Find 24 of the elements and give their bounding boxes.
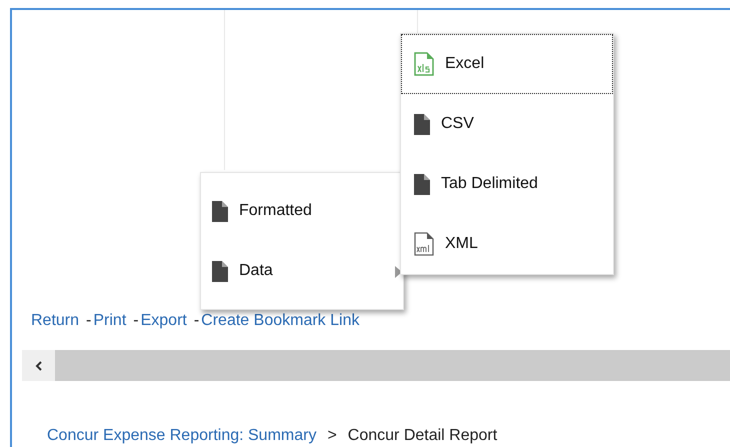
menu-item[interactable]: Formatted — [201, 181, 403, 241]
spreadsheet-file-icon — [414, 52, 434, 76]
document-icon — [414, 174, 430, 194]
menu-item[interactable]: Excel — [401, 34, 613, 94]
breadcrumb-current: Concur Detail Report — [348, 427, 498, 445]
breadcrumb-link[interactable]: Concur Expense Reporting: Summary — [47, 427, 316, 445]
link[interactable]: Print — [93, 312, 126, 330]
menu-item[interactable]: XML — [401, 214, 613, 274]
menu-item[interactable]: CSV — [401, 94, 613, 154]
document-icon — [414, 114, 430, 134]
link[interactable]: Create Bookmark Link — [201, 312, 360, 330]
link-separator: - — [133, 312, 139, 330]
document-icon — [212, 260, 228, 282]
link[interactable]: Export — [140, 312, 187, 330]
scroll-left-icon[interactable] — [22, 350, 55, 381]
link-separator: - — [194, 312, 200, 330]
document-icon — [212, 200, 228, 222]
menu-item[interactable]: Data — [201, 241, 403, 301]
breadcrumb-separator: > — [327, 427, 337, 445]
horizontal-scrollbar[interactable] — [22, 350, 730, 381]
link-separator: - — [86, 312, 92, 330]
xml-file-icon — [414, 232, 434, 256]
link[interactable]: Return — [31, 312, 80, 330]
menu-item[interactable]: Tab Delimited — [401, 154, 613, 214]
